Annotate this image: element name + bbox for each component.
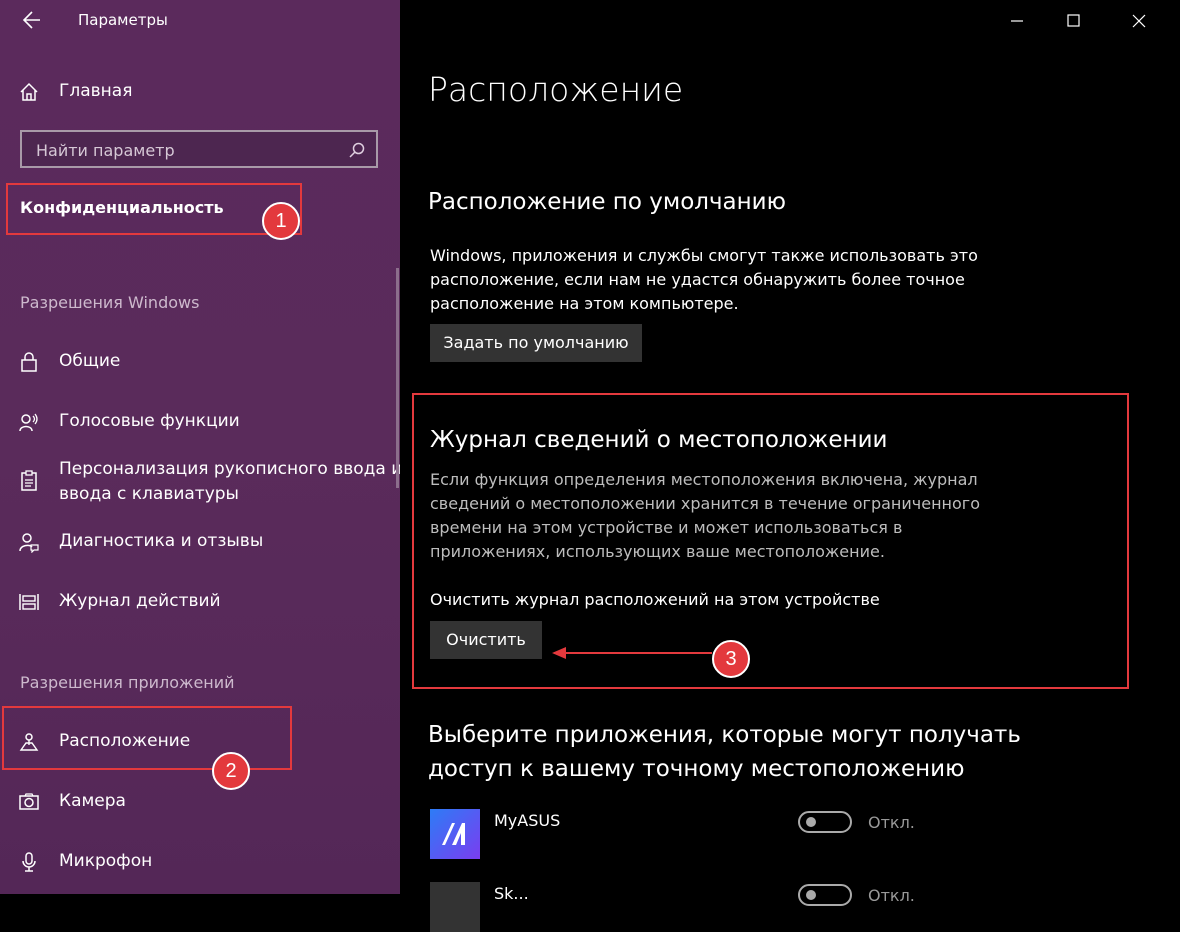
location-toggle[interactable]: [798, 884, 852, 906]
app-row-myasus: MyASUS Откл.: [430, 809, 1170, 859]
sidebar-item-label: Журнал действий: [59, 591, 221, 611]
toggle-knob: [806, 890, 816, 900]
annotation-badge-1: 1: [262, 202, 300, 240]
toggle-knob: [806, 817, 816, 827]
sidebar-item-label: Главная: [59, 81, 133, 101]
text-line: Если функция определения местоположения …: [430, 470, 978, 489]
text-line: Windows, приложения и службы смогут такж…: [430, 246, 978, 265]
sidebar-item-label: Общие: [59, 351, 121, 371]
sidebar-item-activity[interactable]: Журнал действий: [0, 582, 400, 622]
section-heading-default-location: Расположение по умолчанию: [428, 189, 786, 215]
text-line: приложениях, использующих ваше местополо…: [430, 542, 885, 561]
highlight-box-1: [6, 183, 302, 235]
section-heading-apps: Выберите приложения, которые могут получ…: [428, 722, 1021, 748]
search-icon[interactable]: [348, 141, 366, 159]
location-toggle-myasus[interactable]: [798, 811, 852, 833]
clipboard-icon: [18, 470, 40, 492]
title-bar: Параметры: [0, 0, 400, 40]
search-input[interactable]: [34, 140, 338, 161]
minimize-icon[interactable]: [1004, 8, 1030, 34]
microphone-icon: [18, 851, 40, 873]
toggle-state-label: Откл.: [868, 886, 915, 905]
highlight-box-2: [2, 706, 292, 770]
sidebar-item-label: Диагностика и отзывы: [59, 531, 264, 551]
section-header-apps: Разрешения приложений: [20, 673, 235, 692]
app-name: MyASUS: [494, 811, 561, 830]
lock-icon: [18, 351, 40, 373]
search-box[interactable]: [20, 130, 378, 168]
history-description: Если функция определения местоположения …: [430, 468, 980, 564]
sidebar-item-microphone[interactable]: Микрофон: [0, 842, 400, 882]
section-heading-history: Журнал сведений о местоположении: [430, 427, 888, 453]
sidebar-item-speech[interactable]: Голосовые функции: [0, 402, 400, 442]
app-row-second: Sk... Откл.: [430, 882, 1170, 932]
toggle-state-label: Откл.: [868, 813, 915, 832]
sidebar-item-label: Голосовые функции: [59, 411, 240, 431]
annotation-badge-3: 3: [712, 640, 750, 678]
speech-icon: [18, 411, 40, 433]
app-icon: [430, 882, 480, 932]
sidebar-item-label-line2: ввода с клавиатуры: [59, 484, 239, 504]
sidebar-scrollbar[interactable]: [396, 268, 399, 488]
sidebar-item-label: Микрофон: [59, 851, 153, 871]
close-icon[interactable]: [1126, 8, 1152, 34]
section-heading-apps-line2: доступ к вашему точному местоположению: [428, 756, 965, 782]
sidebar-item-diagnostics[interactable]: Диагностика и отзывы: [0, 522, 400, 562]
feedback-icon: [18, 531, 40, 554]
myasus-app-icon: [430, 809, 480, 859]
sidebar-item-camera[interactable]: Камера: [0, 782, 400, 822]
timeline-icon: [18, 591, 40, 613]
text-line: сведений о местоположении хранится в теч…: [430, 494, 980, 513]
clear-history-label: Очистить журнал расположений на этом уст…: [430, 590, 880, 609]
window-title: Параметры: [78, 11, 168, 29]
sidebar: Параметры Главная Конфиденциальность 1 Р…: [0, 0, 400, 894]
page-title: Расположение: [428, 70, 684, 109]
set-default-button[interactable]: Задать по умолчанию: [430, 324, 642, 362]
maximize-icon[interactable]: [1060, 8, 1086, 34]
sidebar-item-label: Персонализация рукописного ввода и: [59, 459, 400, 479]
clear-button[interactable]: Очистить: [430, 621, 542, 659]
text-line: расположение, если нам не удастся обнару…: [430, 270, 965, 289]
home-icon: [18, 81, 40, 103]
main-content: Расположение Расположение по умолчанию W…: [400, 0, 1180, 932]
text-line: расположение на этом компьютере.: [430, 294, 739, 313]
back-arrow-icon[interactable]: [18, 8, 44, 32]
default-location-description: Windows, приложения и службы смогут такж…: [430, 244, 978, 316]
window-controls: [980, 0, 1180, 40]
section-header-windows: Разрешения Windows: [20, 293, 200, 312]
sidebar-item-label: Камера: [59, 791, 126, 811]
sidebar-item-inking[interactable]: Персонализация рукописного ввода и ввода…: [0, 450, 400, 510]
sidebar-item-general[interactable]: Общие: [0, 342, 400, 382]
camera-icon: [18, 791, 40, 813]
annotation-arrow: [552, 647, 712, 659]
text-line: времени на этом устройстве и может испол…: [430, 518, 903, 537]
sidebar-item-home[interactable]: Главная: [0, 72, 400, 112]
